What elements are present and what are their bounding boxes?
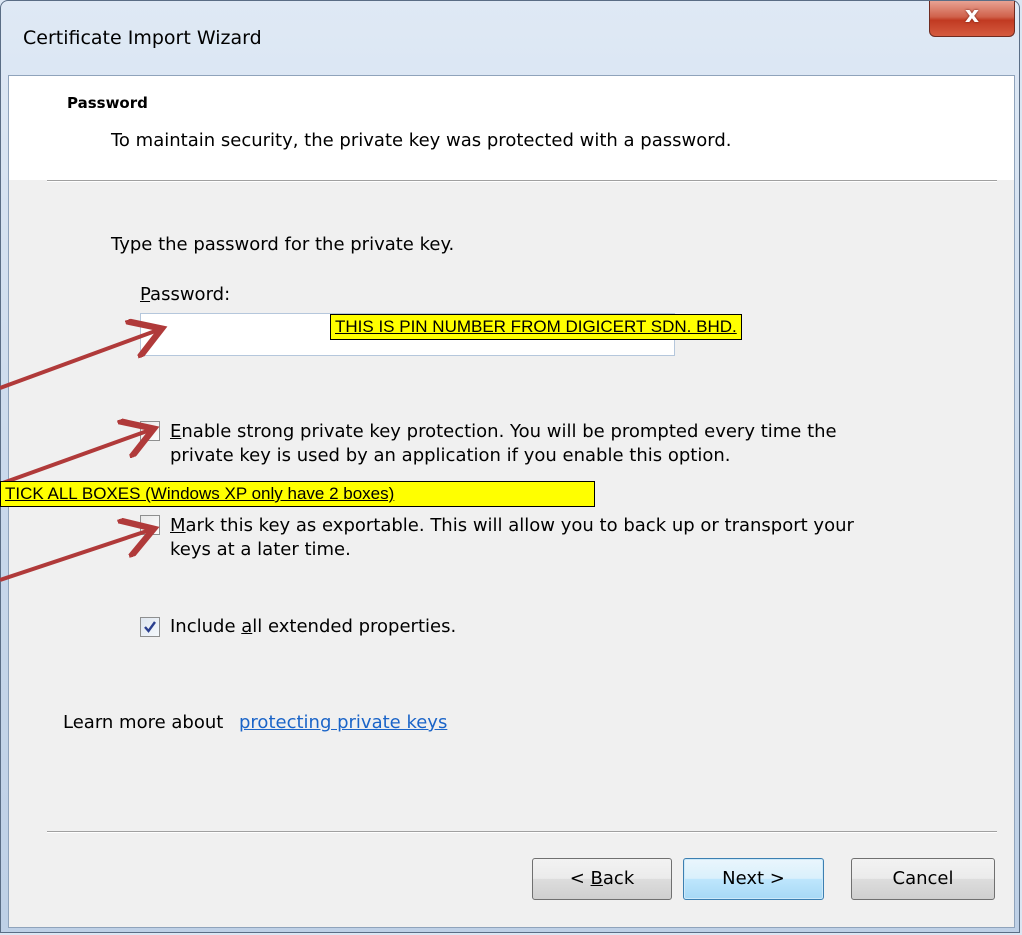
arrow-icon bbox=[0, 330, 158, 390]
arrow-icon bbox=[0, 430, 150, 486]
tick-all-boxes-callout: TICK ALL BOXES (Windows XP only have 2 b… bbox=[0, 481, 595, 507]
pin-number-callout: THIS IS PIN NUMBER FROM DIGICERT SDN. BH… bbox=[330, 314, 742, 340]
annotation-arrows bbox=[0, 0, 1022, 582]
arrow-icon bbox=[0, 530, 150, 582]
